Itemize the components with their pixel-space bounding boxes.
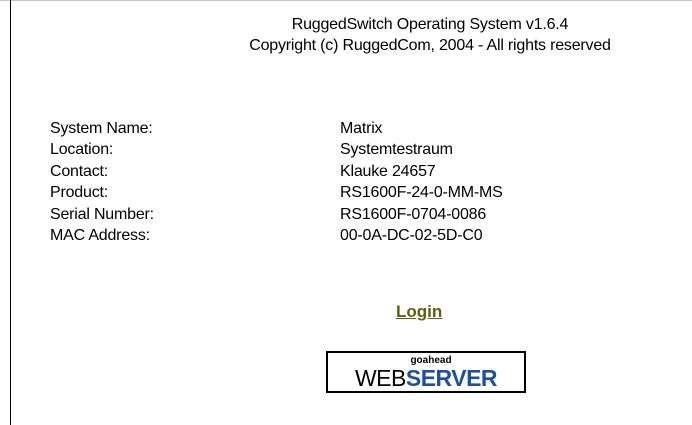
contact-value: Klauke 24657 — [340, 162, 436, 180]
frame-left-border — [10, 0, 11, 425]
logo-web-text: WEB — [354, 365, 406, 391]
copyright-notice: Copyright (c) RuggedCom, 2004 - All righ… — [249, 37, 611, 54]
page-title: RuggedSwitch Operating System v1.6.4 — [291, 16, 569, 33]
contact-label: Contact: — [50, 162, 108, 180]
serial-number-label: Serial Number: — [50, 205, 154, 223]
product-label: Product: — [50, 184, 108, 202]
page-header: RuggedSwitch Operating System v1.6.4 Cop… — [190, 14, 670, 56]
page-top-border — [0, 0, 692, 1]
logo-server-text: SERVER — [405, 365, 498, 391]
logo-webserver-text: WEBSERVER — [328, 366, 524, 390]
login-link[interactable]: Login — [396, 302, 442, 322]
mac-address-value: 00-0A-DC-02-5D-C0 — [340, 226, 483, 244]
product-value: RS1600F-24-0-MM-MS — [340, 184, 503, 202]
location-label: Location: — [50, 141, 114, 159]
system-name-label: System Name: — [50, 120, 153, 137]
mac-address-label: MAC Address: — [50, 226, 150, 244]
system-name-value: Matrix — [340, 120, 383, 137]
serial-number-value: RS1600F-0704-0086 — [340, 205, 487, 223]
goahead-webserver-logo: goahead WEBSERVER — [326, 351, 526, 393]
location-value: Systemtestraum — [340, 141, 453, 159]
